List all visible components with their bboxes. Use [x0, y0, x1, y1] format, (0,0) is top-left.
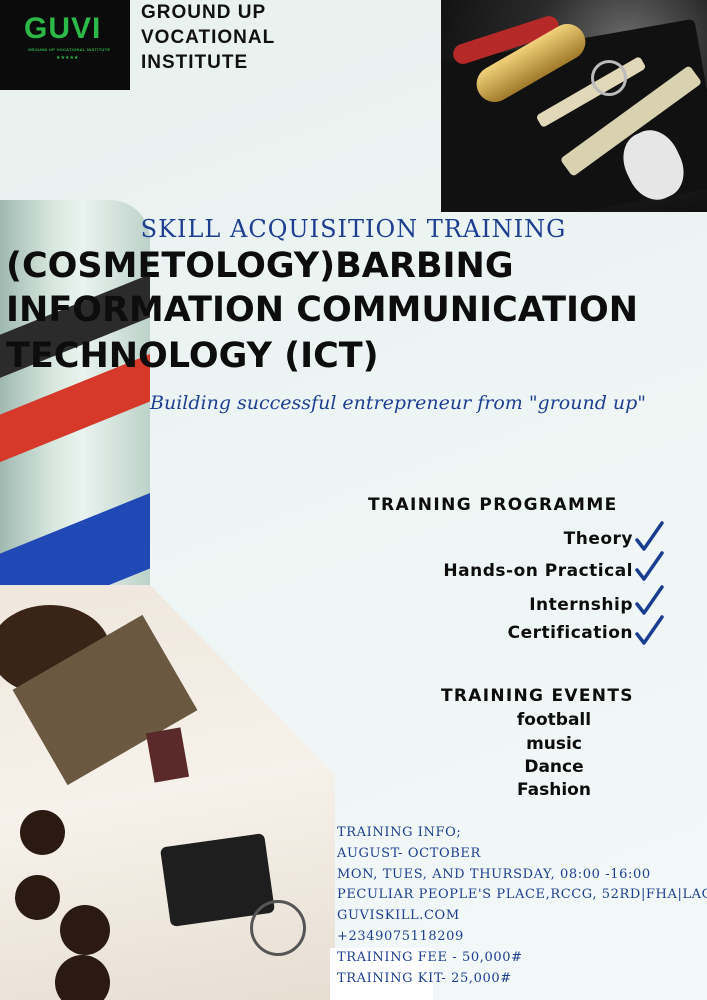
- info-schedule: MON, TUES, AND THURSDAY, 08:00 -16:00: [337, 867, 651, 882]
- logo-stars: ★★★★★: [56, 55, 79, 61]
- programme-item: Hands-on Practical: [443, 561, 633, 581]
- checkmark-icon: [634, 520, 664, 554]
- checkmark-icon: [634, 550, 664, 584]
- event-item: Fashion: [517, 780, 591, 800]
- institute-name: GROUND UP VOCATIONAL INSTITUTE: [141, 0, 275, 75]
- kicker-heading: SKILL ACQUISITION TRAINING: [140, 215, 567, 243]
- info-phone[interactable]: +2349075118209: [337, 929, 464, 944]
- event-item: football: [516, 710, 592, 730]
- classroom-photo: [0, 585, 335, 1000]
- checkmark-icon: [634, 614, 664, 648]
- guvi-logo: GUVI GROUND UP VOCATIONAL INSTITUTE ★★★★…: [0, 0, 130, 90]
- institute-line-2: VOCATIONAL: [141, 27, 276, 48]
- flyer-page: GUVI GROUND UP VOCATIONAL INSTITUTE ★★★★…: [0, 0, 707, 1000]
- events-title: TRAINING EVENTS: [441, 686, 634, 706]
- info-training-fee: TRAINING FEE - 50,000#: [337, 950, 523, 965]
- course-title-line-1: (COSMETOLOGY)BARBING: [6, 246, 514, 286]
- course-title-line-2: INFORMATION COMMUNICATION: [6, 290, 639, 330]
- barber-tools-photo: [441, 0, 707, 212]
- event-item: Dance: [524, 757, 584, 777]
- course-title-line-3: TECHNOLOGY (ICT): [6, 336, 379, 376]
- programme-item: Internship: [529, 595, 633, 615]
- programme-item: Theory: [563, 529, 633, 549]
- info-website-link[interactable]: GUVISKILL.COM: [337, 908, 460, 923]
- info-training-kit: TRAINING KIT- 25,000#: [337, 971, 512, 986]
- programme-title: TRAINING PROGRAMME: [368, 495, 618, 515]
- institute-line-3: INSTITUTE: [141, 52, 249, 73]
- info-heading: TRAINING INFO;: [337, 825, 462, 840]
- programme-item: Certification: [507, 623, 633, 643]
- logo-wordmark: GUVI: [24, 12, 102, 45]
- info-venue: PECULIAR PEOPLE'S PLACE,RCCG, 52RD|FHA|L…: [337, 887, 707, 902]
- institute-line-1: GROUND UP: [141, 2, 267, 23]
- logo-tagline: GROUND UP VOCATIONAL INSTITUTE: [28, 47, 111, 52]
- tagline: Building successful entrepreneur from "g…: [150, 392, 647, 414]
- checkmark-icon: [634, 584, 664, 618]
- event-item: music: [526, 734, 582, 754]
- info-dates: AUGUST- OCTOBER: [337, 846, 481, 861]
